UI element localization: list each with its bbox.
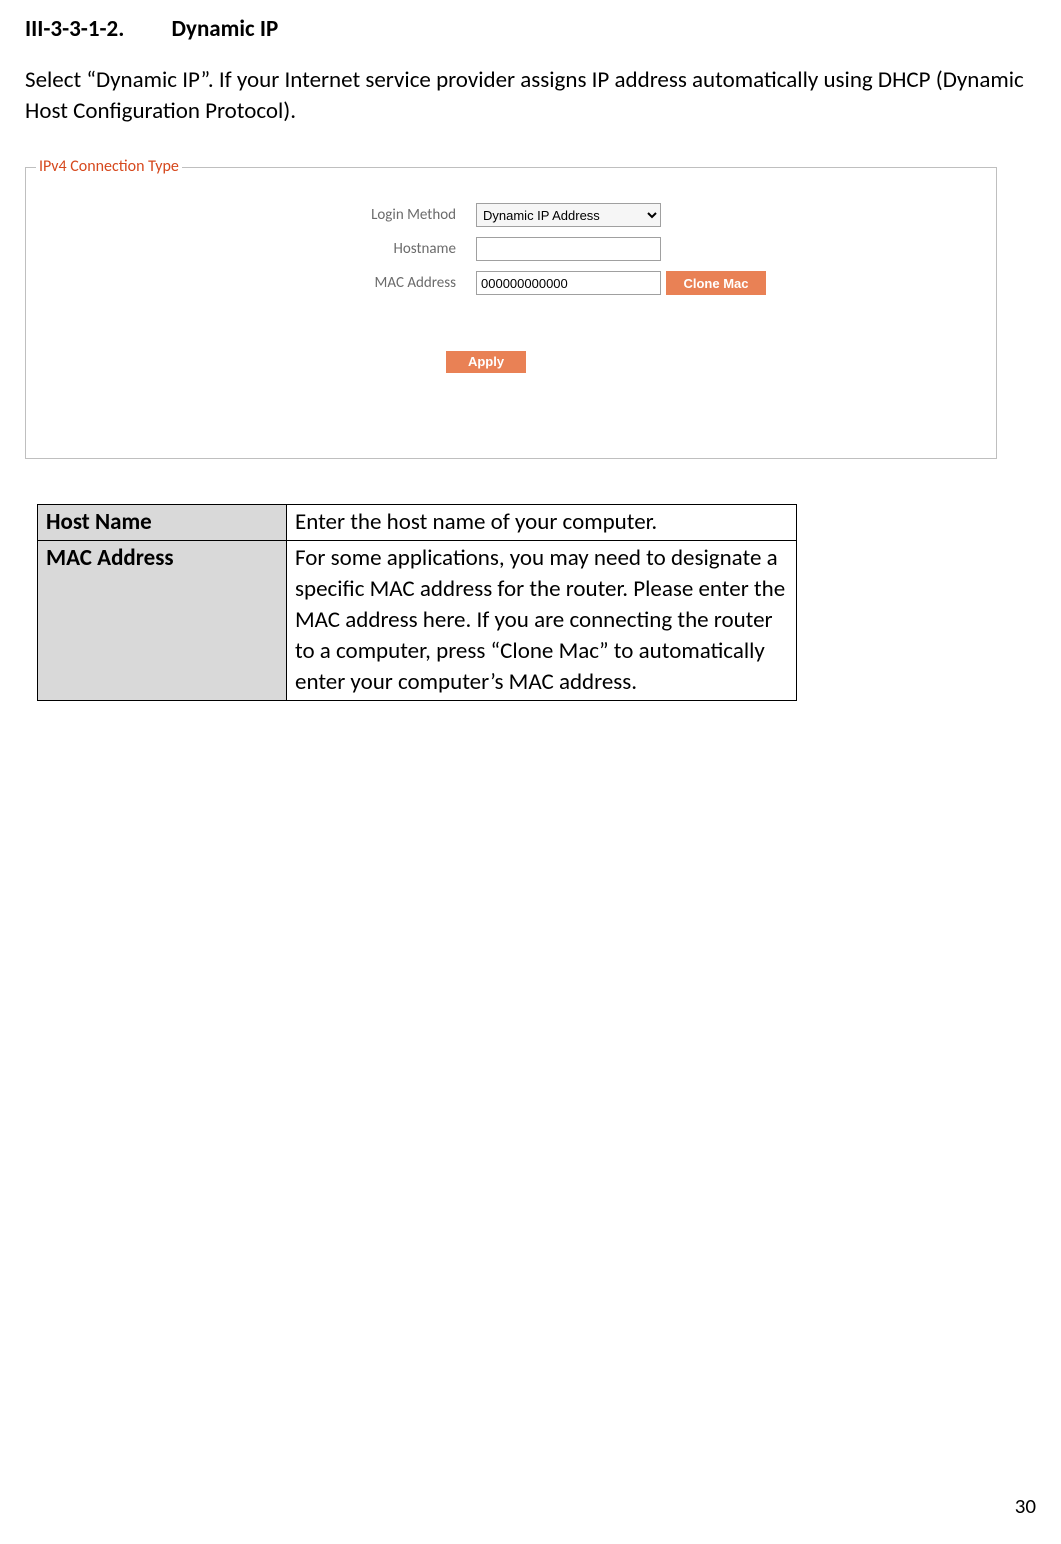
clone-mac-button[interactable]: Clone Mac [666,271,766,295]
mac-address-label: MAC Address [26,274,476,292]
apply-row: Apply [446,345,996,373]
hostname-label: Hostname [26,240,476,258]
page-number: 30 [1015,1493,1036,1519]
fieldset-legend: IPv4 Connection Type [36,157,182,176]
hostname-row: Hostname [26,237,996,261]
login-method-row: Login Method Dynamic IP Address [26,203,996,227]
apply-button[interactable]: Apply [446,351,526,373]
section-title: Dynamic IP [172,15,279,43]
section-heading: III-3-3-1-2. Dynamic IP [25,15,1036,43]
mac-key-cell: MAC Address [38,541,287,701]
mac-desc-cell: For some applications, you may need to d… [287,541,797,701]
login-method-select[interactable]: Dynamic IP Address [476,203,661,227]
hostname-desc-cell: Enter the host name of your computer. [287,505,797,541]
ipv4-connection-fieldset: IPv4 Connection Type Login Method Dynami… [25,167,997,459]
table-row: MAC Address For some applications, you m… [38,541,797,701]
mac-address-input[interactable] [476,271,661,295]
table-row: Host Name Enter the host name of your co… [38,505,797,541]
hostname-input[interactable] [476,237,661,261]
login-method-label: Login Method [26,206,476,224]
mac-address-row: MAC Address Clone Mac [26,271,996,295]
hostname-key-cell: Host Name [38,505,287,541]
description-table: Host Name Enter the host name of your co… [37,504,797,701]
section-number: III-3-3-1-2. [25,15,124,43]
intro-paragraph: Select “Dynamic IP”. If your Internet se… [25,65,1036,127]
